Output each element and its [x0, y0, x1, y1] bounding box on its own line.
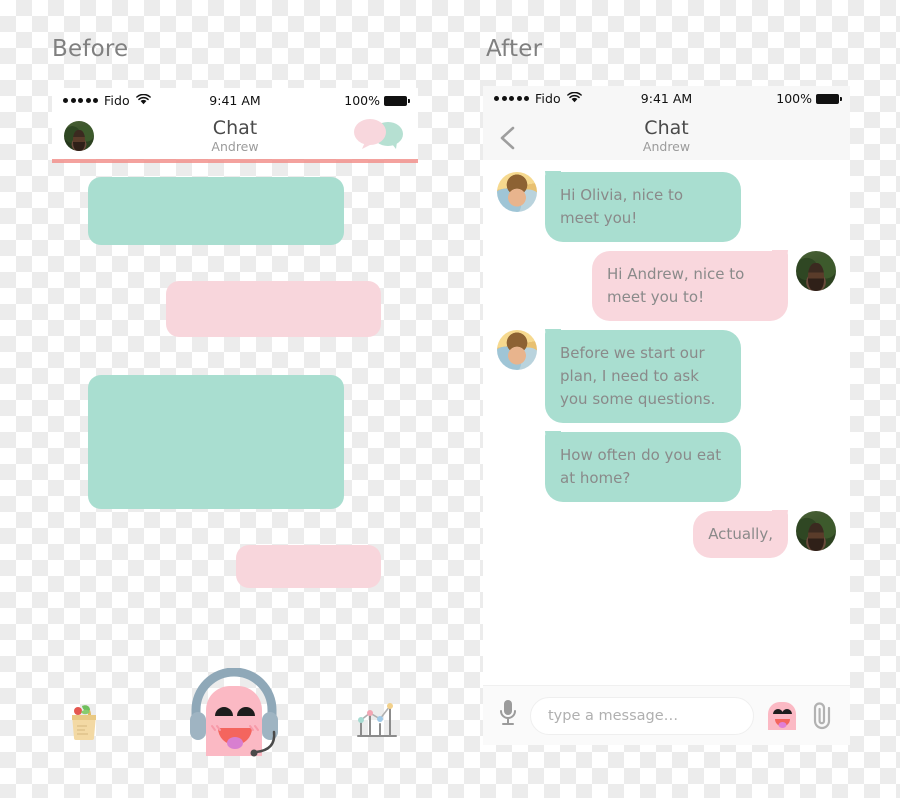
placeholder-block-4	[236, 545, 381, 588]
before-navbar: Chat Andrew	[52, 113, 418, 159]
battery-percent-label: 100%	[776, 91, 812, 106]
before-section-label: Before	[52, 36, 129, 62]
avatar[interactable]	[796, 251, 836, 291]
wifi-icon	[135, 93, 151, 108]
message-bubble[interactable]: Hi Andrew, nice to meet you to!	[592, 250, 788, 321]
signal-dots-icon	[494, 96, 529, 101]
chat-message-list[interactable]: Hi Olivia, nice to meet you! Hi Andrew, …	[483, 160, 850, 685]
message-composer	[483, 685, 850, 745]
grocery-bag-icon[interactable]	[66, 702, 102, 745]
headset-mascot-icon[interactable]	[182, 667, 286, 769]
message-row: Hi Olivia, nice to meet you!	[497, 171, 836, 242]
carrier-label: Fido	[535, 91, 561, 106]
navbar-title-group-after: Chat Andrew	[483, 116, 850, 154]
page-subtitle: Andrew	[642, 138, 691, 154]
placeholder-block-2	[166, 281, 381, 337]
battery-full-icon	[384, 95, 410, 106]
status-left-group-after: Fido	[494, 91, 582, 106]
navbar-avatar[interactable]	[64, 121, 94, 151]
placeholder-block-3	[88, 375, 344, 509]
message-bubble[interactable]: Actually,	[693, 510, 788, 558]
battery-percent-label: 100%	[344, 93, 380, 108]
growth-chart-icon[interactable]	[356, 700, 398, 745]
speech-bubbles-icon[interactable]	[352, 118, 406, 155]
signal-dots-icon	[63, 98, 98, 103]
message-row: Hi Andrew, nice to meet you to!	[497, 250, 836, 321]
message-bubble[interactable]: How often do you eat at home?	[545, 431, 741, 502]
before-placeholder-area	[52, 163, 418, 697]
status-left-group: Fido	[63, 93, 151, 108]
after-phone-mockup: Fido 9:41 AM 100% Chat Andrew Hi Olivia,…	[483, 86, 850, 745]
battery-full-icon	[816, 93, 842, 104]
message-row: How often do you eat at home?	[497, 431, 836, 502]
wifi-icon	[566, 91, 582, 106]
message-bubble[interactable]: Before we start our plan, I need to ask …	[545, 329, 741, 423]
back-chevron-icon[interactable]	[497, 125, 519, 149]
microphone-icon[interactable]	[497, 698, 519, 733]
before-bottom-icons	[52, 667, 418, 764]
status-bar-after: Fido 9:41 AM 100%	[483, 86, 850, 111]
message-row: Actually,	[497, 510, 836, 558]
message-row: Before we start our plan, I need to ask …	[497, 329, 836, 423]
after-navbar: Chat Andrew	[483, 111, 850, 160]
placeholder-block-1	[88, 177, 344, 245]
avatar[interactable]	[796, 511, 836, 551]
page-title: Chat	[644, 116, 689, 139]
avatar[interactable]	[497, 330, 537, 370]
carrier-label: Fido	[104, 93, 130, 108]
before-phone-mockup: Fido 9:41 AM 100% Chat Andrew	[52, 88, 418, 728]
message-bubble[interactable]: Hi Olivia, nice to meet you!	[545, 171, 741, 242]
status-right-group-after: 100%	[776, 91, 842, 106]
after-section-label: After	[486, 36, 543, 62]
smiley-mascot-icon[interactable]	[765, 699, 799, 733]
search-input[interactable]	[530, 696, 754, 735]
avatar[interactable]	[497, 172, 537, 212]
status-right-group: 100%	[344, 93, 410, 108]
status-bar-before: Fido 9:41 AM 100%	[52, 88, 418, 113]
paperclip-icon[interactable]	[810, 700, 836, 732]
